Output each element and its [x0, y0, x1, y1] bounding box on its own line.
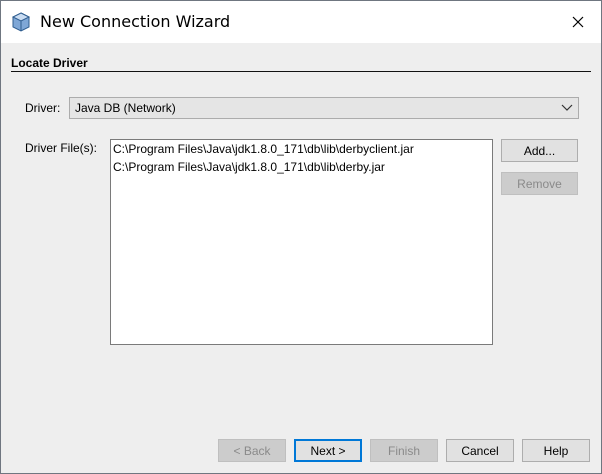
- wizard-window: New Connection Wizard Locate Driver Driv…: [0, 0, 602, 474]
- finish-button[interactable]: Finish: [370, 439, 438, 462]
- close-button[interactable]: [555, 1, 601, 43]
- add-button[interactable]: Add...: [501, 139, 578, 162]
- driver-label: Driver:: [25, 101, 61, 115]
- chevron-down-icon: [561, 104, 573, 111]
- window-title: New Connection Wizard: [40, 12, 231, 31]
- driver-files-label: Driver File(s):: [25, 141, 97, 155]
- list-item[interactable]: C:\Program Files\Java\jdk1.8.0_171\db\li…: [113, 141, 414, 158]
- driver-files-list[interactable]: C:\Program Files\Java\jdk1.8.0_171\db\li…: [110, 139, 493, 345]
- driver-select[interactable]: Java DB (Network): [69, 97, 579, 119]
- wizard-footer: < Back Next > Finish Cancel Help: [1, 431, 601, 473]
- next-button[interactable]: Next >: [294, 439, 362, 462]
- list-item[interactable]: C:\Program Files\Java\jdk1.8.0_171\db\li…: [113, 159, 385, 176]
- close-icon: [572, 16, 584, 28]
- wizard-content: Locate Driver Driver: Java DB (Network) …: [1, 43, 601, 431]
- title-bar: New Connection Wizard: [1, 1, 601, 43]
- divider: [11, 71, 591, 72]
- back-button[interactable]: < Back: [218, 439, 286, 462]
- driver-select-value: Java DB (Network): [75, 101, 176, 115]
- step-title: Locate Driver: [11, 56, 88, 70]
- cancel-button[interactable]: Cancel: [446, 439, 514, 462]
- remove-button[interactable]: Remove: [501, 172, 578, 195]
- help-button[interactable]: Help: [522, 439, 590, 462]
- database-cube-icon: [11, 12, 31, 32]
